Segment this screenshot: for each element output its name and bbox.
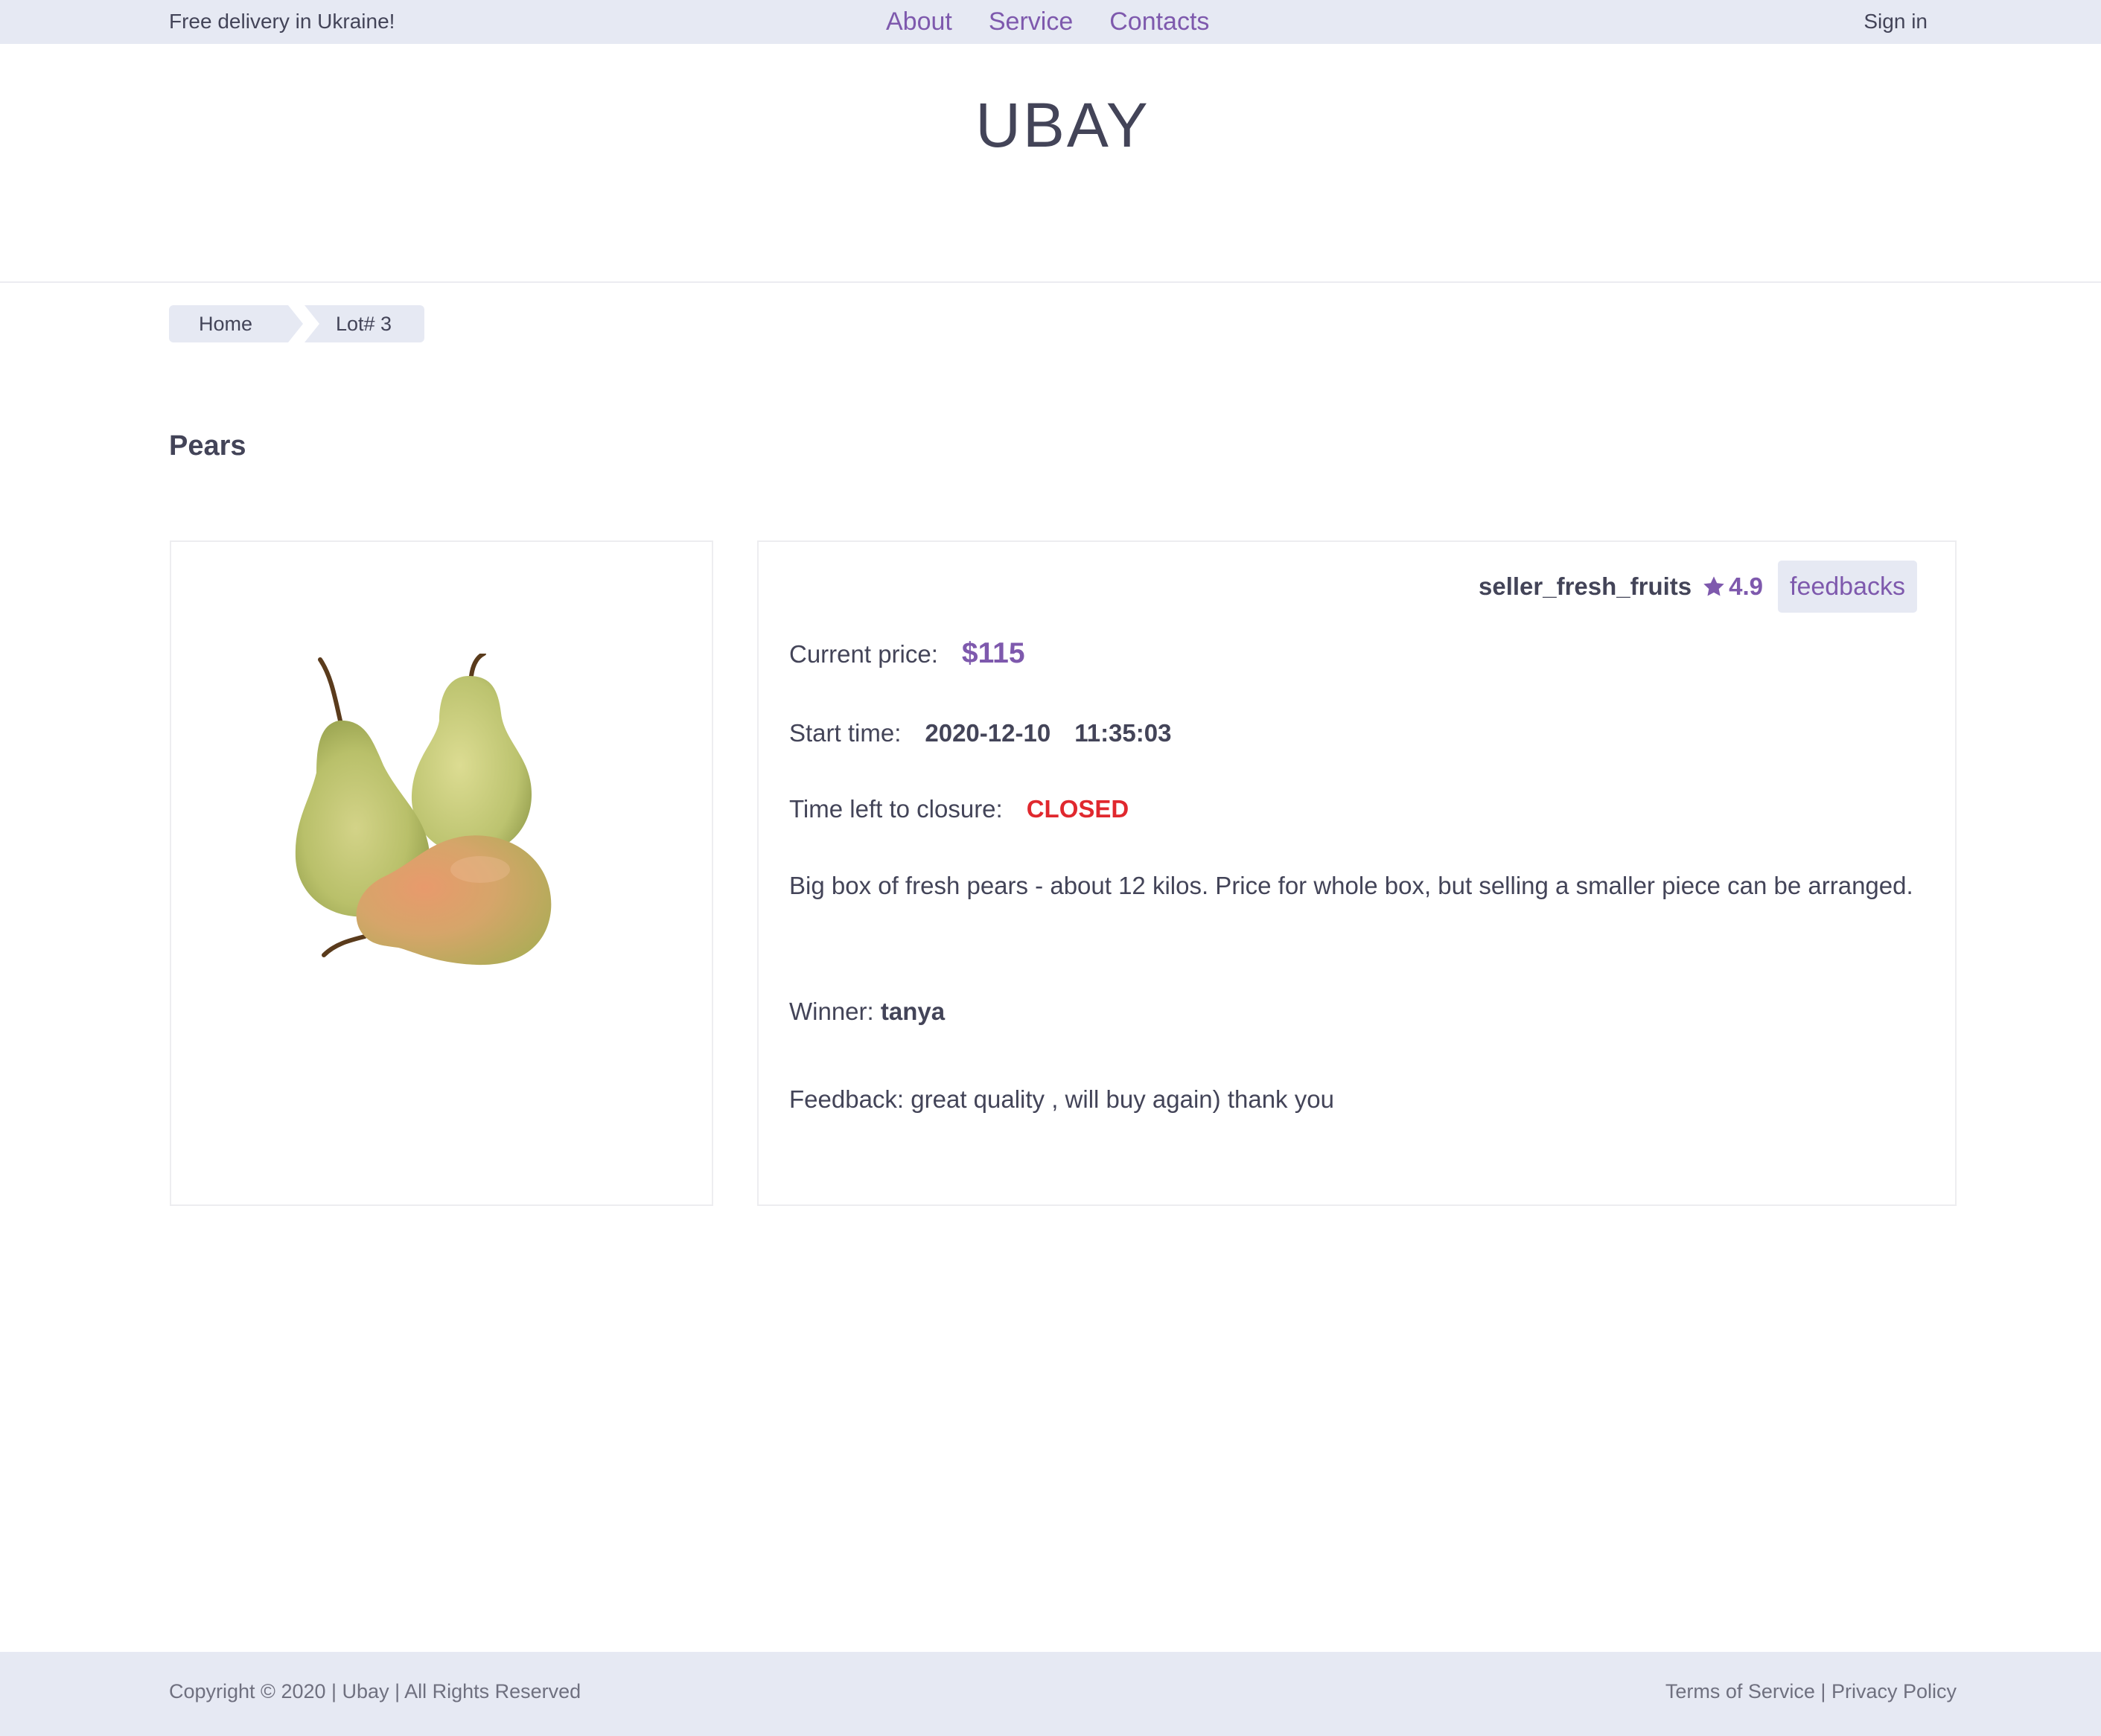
start-date-value: 2020-12-10 [925, 719, 1051, 747]
main-nav: About Service Contacts [886, 7, 1209, 36]
winner-name: tanya [880, 998, 946, 1025]
breadcrumb-home[interactable]: Home [169, 305, 303, 342]
top-bar: Free delivery in Ukraine! About Service … [0, 0, 2101, 44]
copyright-text: Copyright © 2020 | Ubay | All Rights Res… [169, 1680, 581, 1703]
time-left-label: Time left to closure: [789, 795, 1003, 823]
terms-of-service-link[interactable]: Terms of Service [1665, 1680, 1815, 1703]
lot-status-badge: CLOSED [1026, 795, 1129, 823]
footer: Copyright © 2020 | Ubay | All Rights Res… [0, 1652, 2101, 1736]
nav-link-about[interactable]: About [886, 7, 952, 36]
feedback-text: great quality , will buy again) thank yo… [911, 1085, 1334, 1113]
nav-link-service[interactable]: Service [989, 7, 1073, 36]
sign-in-link[interactable]: Sign in [1864, 10, 1928, 33]
start-clock-value: 11:35:03 [1074, 719, 1172, 747]
footer-links: Terms of Service | Privacy Policy [1665, 1680, 1957, 1703]
footer-separator: | [1820, 1680, 1826, 1703]
winner-row: Winner: tanya [789, 998, 945, 1026]
current-price-value: $115 [961, 637, 1025, 669]
lot-description: Big box of fresh pears - about 12 kilos.… [789, 872, 1913, 899]
delivery-promo-text: Free delivery in Ukraine! [169, 10, 395, 33]
feedback-row: Feedback: great quality , will buy again… [789, 1085, 1334, 1114]
start-time-row: Start time: 2020-12-10 11:35:03 [789, 719, 1171, 747]
lot-title: Pears [169, 430, 246, 462]
privacy-policy-link[interactable]: Privacy Policy [1831, 1680, 1957, 1703]
star-icon [1703, 576, 1724, 596]
seller-name[interactable]: seller_fresh_fruits [1479, 572, 1692, 601]
current-price-row: Current price: $115 [789, 637, 1025, 670]
time-left-row: Time left to closure: CLOSED [789, 795, 1129, 823]
winner-label: Winner: [789, 998, 874, 1025]
site-logo[interactable]: UBAY [0, 89, 2101, 162]
seller-rating: 4.9 [1729, 572, 1763, 600]
feedbacks-button[interactable]: feedbacks [1778, 561, 1917, 613]
start-time-label: Start time: [789, 719, 902, 747]
pears-image [295, 654, 552, 966]
header-divider [0, 281, 2101, 283]
current-price-label: Current price: [789, 640, 938, 668]
breadcrumb-lot[interactable]: Lot# 3 [305, 305, 424, 342]
seller-info: seller_fresh_fruits 4.9 feedbacks [1479, 561, 1917, 613]
feedback-label: Feedback: [789, 1085, 905, 1113]
lot-details-card: seller_fresh_fruits 4.9 feedbacks Curren… [757, 540, 1957, 1206]
nav-link-contacts[interactable]: Contacts [1109, 7, 1209, 36]
lot-image-card [170, 540, 713, 1206]
